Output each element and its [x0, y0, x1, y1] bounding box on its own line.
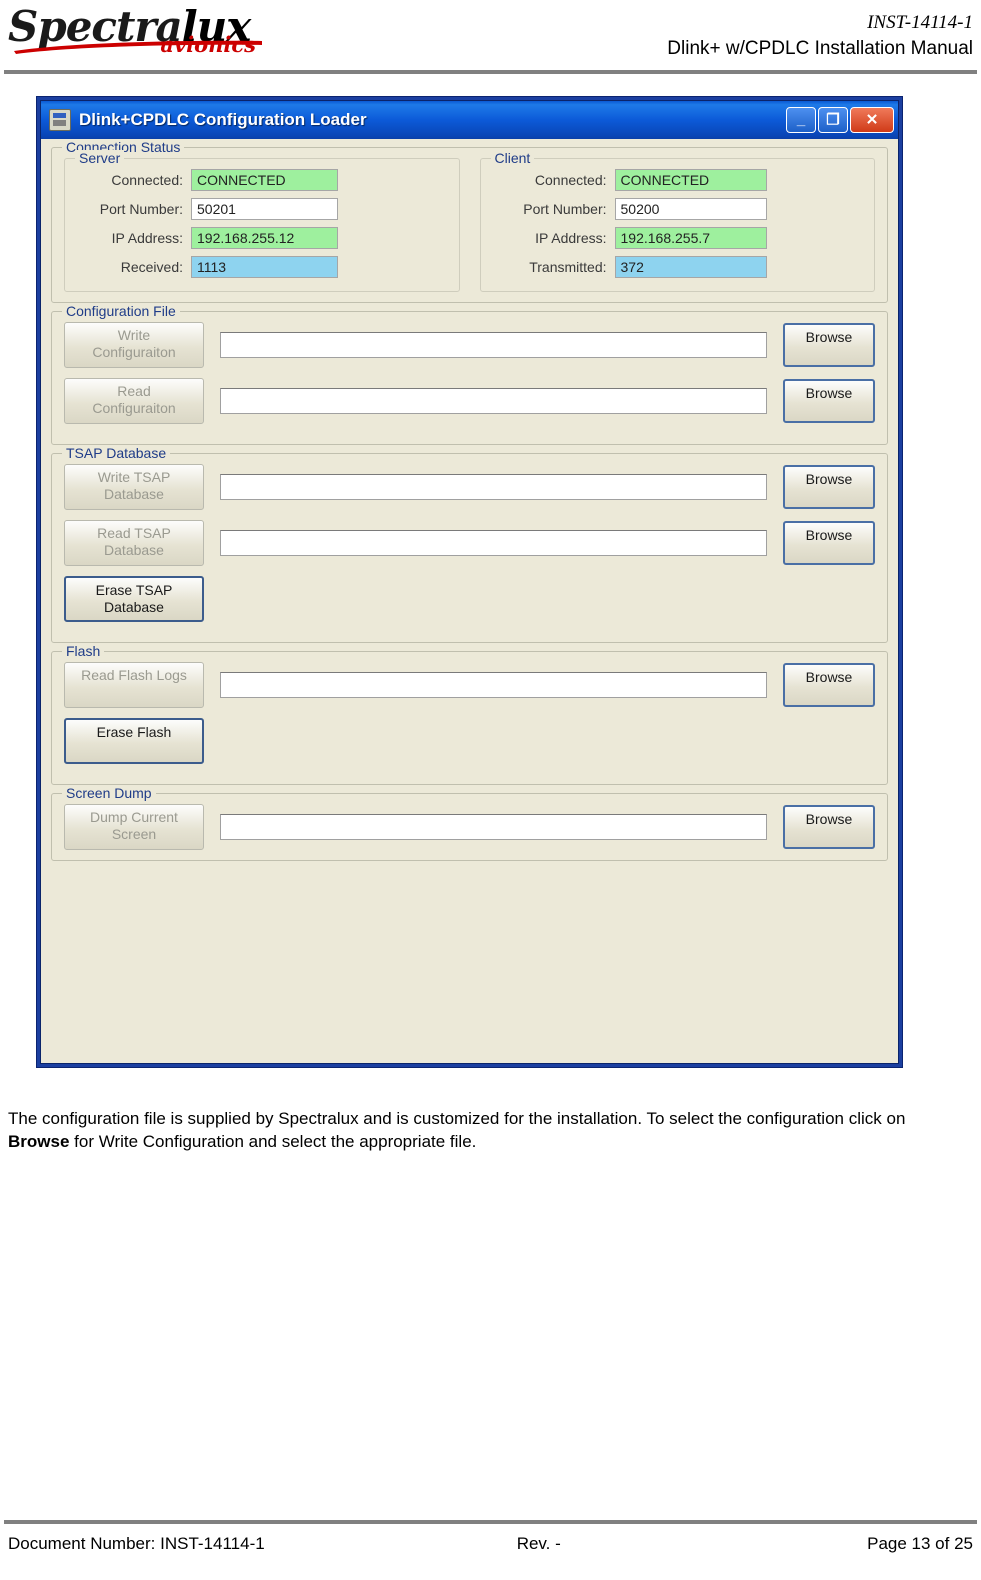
read-tsap-row: Read TSAP Database Browse	[64, 520, 875, 566]
header-document-info: INST-14114-1 Dlink+ w/CPDLC Installation…	[667, 10, 973, 62]
logo-tagline: avionics	[160, 32, 256, 57]
screenshot-figure: Dlink+CPDLC Configuration Loader _ ❐ ✕ C…	[36, 96, 903, 1068]
server-connected-row: Connected: CONNECTED	[75, 169, 449, 191]
read-configuration-row: Read Configuraiton Browse	[64, 378, 875, 424]
minimize-icon: _	[796, 111, 806, 129]
dump-current-screen-browse-button[interactable]: Browse	[783, 805, 875, 849]
configuration-file-legend: Configuration File	[62, 303, 180, 319]
client-ip-value: 192.168.255.7	[614, 227, 767, 249]
connection-status-group: Connection Status Server Connected: CONN…	[51, 139, 888, 303]
maximize-icon: ❐	[826, 111, 840, 129]
client-connected-value: CONNECTED	[614, 169, 767, 191]
write-configuration-row: Write Configuraiton Browse	[64, 322, 875, 368]
read-tsap-path-input[interactable]	[220, 530, 767, 556]
header-doc-id: INST-14114-1	[867, 12, 973, 33]
screen-dump-legend: Screen Dump	[62, 785, 156, 801]
client-transmitted-value: 372	[614, 256, 767, 278]
client-port-label: Port Number:	[523, 201, 607, 217]
tsap-database-group: TSAP Database Write TSAP Database Browse…	[51, 445, 888, 643]
client-ip-row: IP Address: 192.168.255.7	[491, 227, 865, 249]
read-configuration-browse-button[interactable]: Browse	[783, 379, 875, 423]
write-tsap-row: Write TSAP Database Browse	[64, 464, 875, 510]
write-configuration-path-input[interactable]	[220, 332, 767, 358]
client-connected-row: Connected: CONNECTED	[491, 169, 865, 191]
footer-page-number: Page 13 of 25	[867, 1534, 973, 1553]
server-ip-value: 192.168.255.12	[191, 227, 338, 249]
window-title: Dlink+CPDLC Configuration Loader	[79, 110, 367, 129]
spectralux-logo: Spectralux avionics	[8, 0, 268, 64]
server-port-label: Port Number:	[99, 201, 183, 217]
write-tsap-browse-button[interactable]: Browse	[783, 465, 875, 509]
server-ip-label: IP Address:	[111, 230, 183, 246]
server-port-row: Port Number: 50201	[75, 198, 449, 220]
minimize-button[interactable]: _	[786, 107, 816, 133]
application-icon	[49, 109, 71, 131]
read-tsap-browse-button[interactable]: Browse	[783, 521, 875, 565]
dump-current-screen-path-input[interactable]	[220, 814, 767, 840]
write-configuration-browse-button[interactable]: Browse	[783, 323, 875, 367]
server-connected-value: CONNECTED	[191, 169, 338, 191]
erase-tsap-database-button[interactable]: Erase TSAP Database	[64, 576, 204, 622]
server-received-row: Received: 1113	[75, 256, 449, 278]
tsap-database-legend: TSAP Database	[62, 445, 171, 461]
close-button[interactable]: ✕	[850, 107, 894, 133]
footer-revision: Rev. -	[516, 1534, 561, 1553]
read-tsap-database-button[interactable]: Read TSAP Database	[64, 520, 204, 566]
maximize-button[interactable]: ❐	[818, 107, 848, 133]
server-port-value: 50201	[191, 198, 338, 220]
close-icon: ✕	[865, 111, 879, 129]
dump-current-screen-row: Dump Current Screen Browse	[64, 804, 875, 850]
read-configuration-button[interactable]: Read Configuraiton	[64, 378, 204, 424]
client-connected-label: Connected:	[534, 172, 607, 188]
window-controls: _ ❐ ✕	[786, 107, 894, 133]
client-subgroup: Client Connected: CONNECTED Port Number:…	[479, 150, 875, 292]
erase-tsap-row: Erase TSAP Database	[64, 576, 875, 622]
read-flash-logs-row: Read Flash Logs Browse	[64, 662, 875, 708]
client-port-value: 50200	[614, 198, 767, 220]
header-divider	[4, 70, 977, 74]
client-legend: Client	[490, 150, 535, 166]
server-connected-label: Connected:	[111, 172, 183, 188]
write-tsap-database-button[interactable]: Write TSAP Database	[64, 464, 204, 510]
page-header: Spectralux avionics INST-14114-1 Dlink+ …	[0, 0, 981, 76]
window-body: Connection Status Server Connected: CONN…	[41, 139, 898, 1063]
read-configuration-path-input[interactable]	[220, 388, 767, 414]
write-configuration-button[interactable]: Write Configuraiton	[64, 322, 204, 368]
write-tsap-path-input[interactable]	[220, 474, 767, 500]
footer-document-number: Document Number: INST-14114-1	[8, 1534, 265, 1553]
dump-current-screen-button[interactable]: Dump Current Screen	[64, 804, 204, 850]
window-titlebar[interactable]: Dlink+CPDLC Configuration Loader _ ❐ ✕	[41, 101, 898, 139]
read-flash-logs-button[interactable]: Read Flash Logs	[64, 662, 204, 708]
paragraph-text-1: The configuration file is supplied by Sp…	[8, 1109, 906, 1128]
server-subgroup: Server Connected: CONNECTED Port Number:…	[64, 150, 460, 292]
read-flash-logs-path-input[interactable]	[220, 672, 767, 698]
configuration-file-group: Configuration File Write Configuraiton B…	[51, 303, 888, 445]
screen-dump-group: Screen Dump Dump Current Screen Browse	[51, 785, 888, 861]
erase-flash-row: Erase Flash	[64, 718, 875, 764]
erase-flash-button[interactable]: Erase Flash	[64, 718, 204, 764]
server-received-value: 1113	[191, 256, 338, 278]
footer-divider	[4, 1520, 977, 1524]
paragraph-text-2: for Write Configuration and select the a…	[69, 1132, 477, 1151]
page-footer: Document Number: INST-14114-1 Rev. - Pag…	[8, 1534, 973, 1554]
read-flash-logs-browse-button[interactable]: Browse	[783, 663, 875, 707]
client-transmitted-row: Transmitted: 372	[491, 256, 865, 278]
paragraph-bold-browse: Browse	[8, 1132, 70, 1151]
flash-legend: Flash	[62, 643, 105, 659]
server-received-label: Received:	[120, 259, 183, 275]
client-port-row: Port Number: 50200	[491, 198, 865, 220]
config-loader-window: Dlink+CPDLC Configuration Loader _ ❐ ✕ C…	[40, 100, 899, 1064]
header-manual-title: Dlink+ w/CPDLC Installation Manual	[667, 38, 973, 59]
server-ip-row: IP Address: 192.168.255.12	[75, 227, 449, 249]
client-transmitted-label: Transmitted:	[529, 259, 607, 275]
client-ip-label: IP Address:	[535, 230, 607, 246]
body-paragraph: The configuration file is supplied by Sp…	[8, 1107, 913, 1153]
server-legend: Server	[75, 150, 125, 166]
flash-group: Flash Read Flash Logs Browse Erase Flash	[51, 643, 888, 785]
